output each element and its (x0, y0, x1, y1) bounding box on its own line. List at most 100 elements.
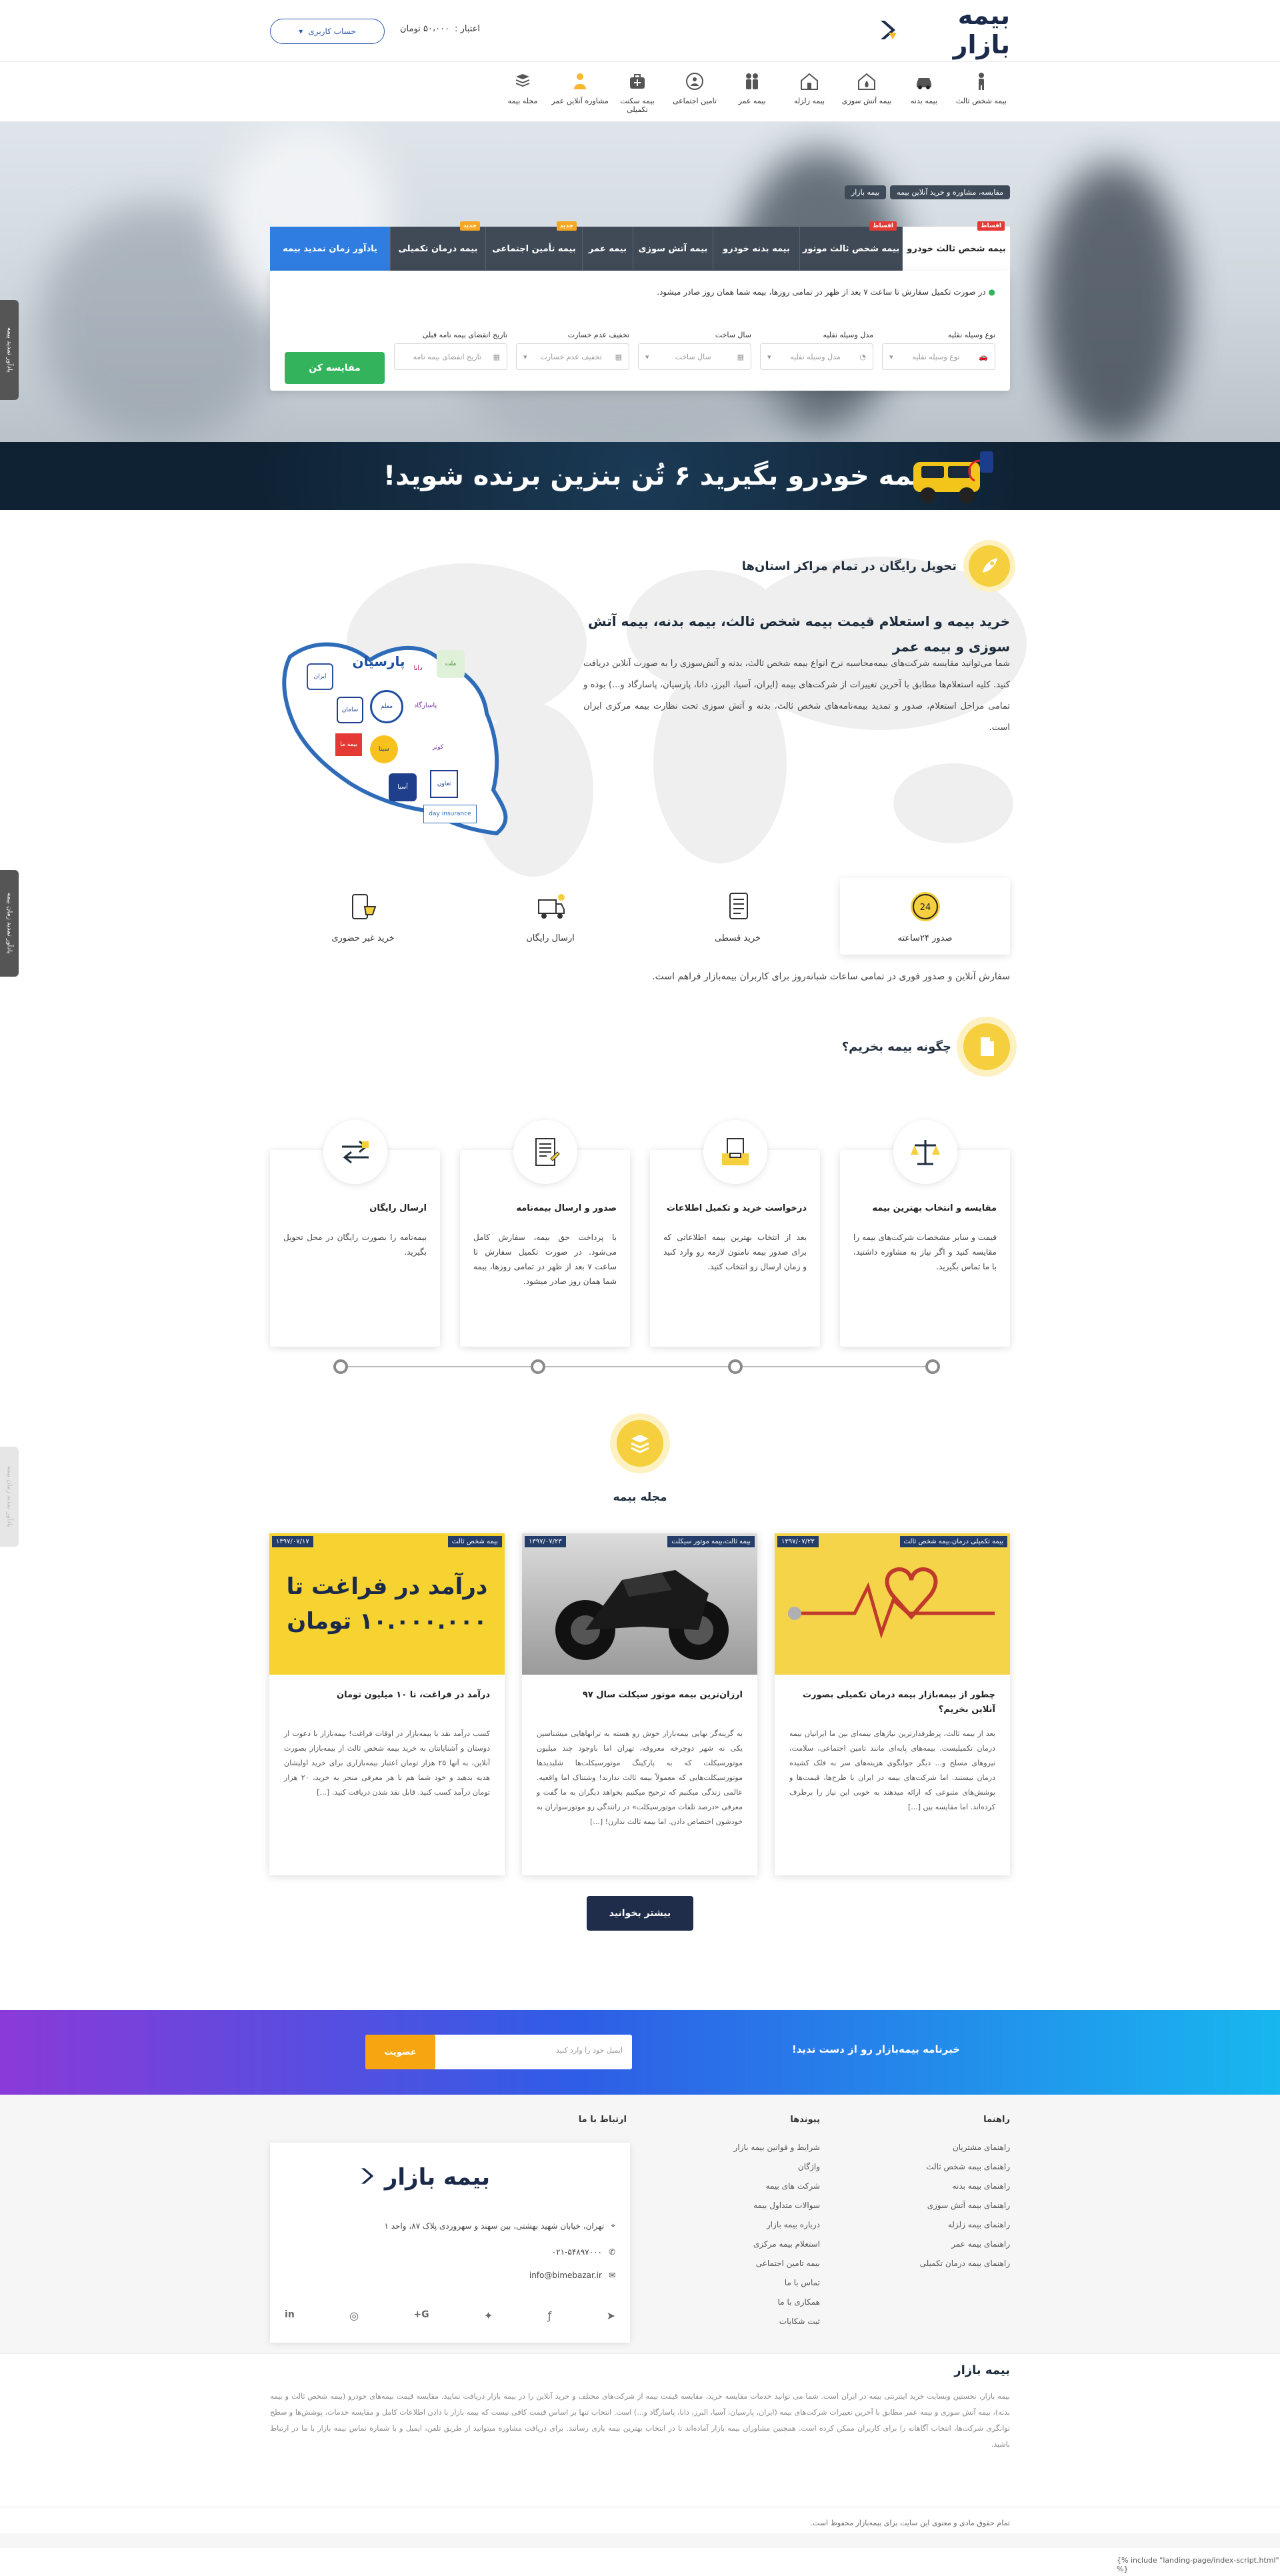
nav-item-life[interactable]: بیمه عمر (723, 71, 781, 105)
breadcrumb-item[interactable]: مقایسه، مشاوره و خرید آنلاین بیمه (890, 185, 1010, 199)
expiry-date-input[interactable]: ▦ تاریخ انقضای بیمه نامه (394, 343, 507, 370)
footer-link[interactable]: استعلام بیمه مرکزی (667, 2235, 820, 2254)
footer-link[interactable]: تماس با ما (667, 2273, 820, 2293)
step-title: ارسال رایگان (369, 1203, 427, 1213)
feature-label: خرید غیر حضوری (331, 933, 395, 943)
footer-link[interactable]: راهنمای بیمه آتش سوزی (857, 2196, 1010, 2215)
tab-supplementary-medical[interactable]: جدید بیمه درمان تکمیلی (390, 221, 485, 271)
insurer-logo: دانا (413, 664, 423, 672)
article-title[interactable]: چطور از بیمه‌بازار بیمه درمان تکمیلی بصو… (789, 1688, 995, 1717)
footer-link[interactable]: همکاری با ما (667, 2293, 820, 2312)
footer-link[interactable]: راهنمای بیمه بدنه (857, 2177, 1010, 2196)
footer-link[interactable]: درباره بیمه بازار (667, 2215, 820, 2235)
vehicle-model-select[interactable]: ◔ مدل وسیله نقلیه ▾ (760, 343, 873, 370)
feature-free-delivery: ارسال رایگان (465, 878, 635, 955)
article-card[interactable]: بیمه تکمیلی درمان،بیمه شخص ثالث ۱۳۹۷/۰۷/… (775, 1533, 1010, 1875)
tab-label: بیمه درمان تکمیلی (398, 243, 478, 254)
tab-social-security[interactable]: جدید بیمه تأمین اجتماعی (485, 221, 582, 271)
field-placeholder: تاریخ انقضای بیمه نامه (413, 352, 481, 361)
field-label: مدل وسیله نقلیه (823, 331, 873, 339)
instagram-icon[interactable]: ◎ (349, 2309, 359, 2322)
nav-item-fire[interactable]: بیمه آتش سوزی (838, 71, 895, 105)
article-tag[interactable]: بیمه تکمیلی درمان،بیمه شخص ثالث (899, 1536, 1007, 1547)
magazine-icon (513, 71, 533, 91)
field-placeholder: تخفیف عدم خسارت (540, 352, 602, 361)
nav-item-magazine[interactable]: مجله بیمه (494, 71, 551, 105)
breadcrumb-item[interactable]: بیمه بازار (844, 185, 887, 199)
step-text: بیمه‌نامه را بصورت رایگان در محل تحویل ب… (283, 1233, 427, 1257)
compare-button[interactable]: مقایسه کن (285, 352, 385, 384)
vehicle-type-select[interactable]: 🚗 نوع وسیله نقلیه ▾ (882, 343, 995, 370)
footer-link[interactable]: راهنمای بیمه درمان تکمیلی (857, 2254, 1010, 2273)
feature-label: ارسال رایگان (526, 933, 575, 943)
field-label: نوع وسیله نقلیه (947, 331, 995, 339)
footer-link[interactable]: راهنمای مشتریان (857, 2138, 1010, 2157)
article-card[interactable]: درآمد در فراغت تا ۱۰.۰۰۰.۰۰۰ تومان بیمه … (269, 1533, 505, 1875)
build-year-select[interactable]: ▦ سال ساخت ▾ (638, 343, 751, 370)
article-tag[interactable]: بیمه ثالث،بیمه موتور سیکلت (667, 1536, 755, 1547)
footer-link[interactable]: راهنمای بیمه عمر (857, 2235, 1010, 2254)
promo-banner[interactable]: بیمه خودرو بگیرید ۶ تُن بنزین برنده شوید… (0, 442, 1280, 510)
google-plus-icon[interactable]: G+ (413, 2309, 429, 2322)
account-button[interactable]: حساب کاربری ▾ (270, 19, 385, 44)
tab-fire[interactable]: بیمه آتش سوزی (633, 227, 713, 271)
read-more-button[interactable]: بیشتر بخوانید (587, 1896, 693, 1931)
facebook-icon[interactable]: ƒ (548, 2309, 552, 2322)
step-text: قیمت و سایر مشخصات شرکت‌های بیمه را مقای… (853, 1233, 997, 1271)
newsletter-email-input[interactable]: ایمیل خود را وارد کنید (556, 2046, 623, 2055)
footer-link[interactable]: شرایط و قوانین بیمه بازار (667, 2138, 820, 2157)
nav-label: مشاوره آنلاین عمر (551, 97, 609, 105)
footer-link[interactable]: شرکت های بیمه (667, 2177, 820, 2196)
nav-item-earthquake[interactable]: بیمه زلزله (781, 71, 838, 105)
nav-label: بیمه شخص ثالث (956, 97, 1007, 105)
promo-text: بیمه خودرو بگیرید ۶ تُن بنزین برنده شوید… (383, 461, 933, 491)
article-tag[interactable]: بیمه شخص ثالث (447, 1536, 502, 1547)
transfer-icon (323, 1120, 387, 1184)
contact-phone[interactable]: ✆ ۰۲۱-۵۴۸۹۷۰۰۰ (552, 2247, 615, 2257)
insurer-logo: day insurance (423, 805, 477, 823)
telegram-icon[interactable]: ➤ (607, 2309, 615, 2322)
discount-select[interactable]: ▦ تخفیف عدم خسارت ▾ (516, 343, 629, 370)
nav-item-third-party[interactable]: بیمه شخص ثالث (953, 71, 1010, 105)
article-title[interactable]: ارزان‌ترین بیمه موتور سیکلت سال ۹۷ (537, 1688, 743, 1703)
nav-item-body[interactable]: بیمه بدنه (895, 71, 953, 105)
nav-item-medical[interactable]: بیمه سکنت تکمیلی (609, 71, 666, 114)
account-label: حساب کاربری (308, 27, 356, 36)
tab-label: بیمه عمر (589, 243, 627, 254)
tab-label: بیمه بدنه خودرو (723, 243, 790, 254)
article-excerpt: کسب درآمد نقد با بیمه‌بازار در اوقات فرا… (284, 1729, 491, 1797)
tab-third-party-motor[interactable]: اقساط بیمه شخص ثالث موتور (799, 221, 902, 271)
phone-icon: ✆ (608, 2247, 615, 2257)
footer-link[interactable]: راهنمای بیمه زلزله (857, 2215, 1010, 2235)
footer-link[interactable]: سوالات متداول بیمه (667, 2196, 820, 2215)
tab-third-party-car[interactable]: اقساط بیمه شخص ثالث خودرو (902, 221, 1010, 271)
footer-link[interactable]: واژگان (667, 2157, 820, 2177)
newsletter-subscribe-button[interactable]: عضویت (365, 2035, 435, 2069)
tab-renewal-reminder[interactable]: یادآور زمان تمدید بیمه (270, 227, 390, 271)
tab-label: بیمه تأمین اجتماعی (492, 243, 576, 254)
article-date: ۱۳۹۷/۰۷/۲۳ (525, 1536, 566, 1547)
linkedin-icon[interactable]: in (285, 2309, 295, 2322)
calendar-icon: ▦ (493, 352, 500, 361)
article-card[interactable]: بیمه ثالث،بیمه موتور سیکلت ۱۳۹۷/۰۷/۲۳ ار… (522, 1533, 757, 1875)
footer-logo[interactable]: بیمه بازار (358, 2164, 490, 2191)
footer-link[interactable]: بیمه تامین اجتماعی (667, 2254, 820, 2273)
footer-link[interactable]: راهنمای بیمه شخص ثالث (857, 2157, 1010, 2177)
clock-24-icon: 24 (908, 889, 943, 924)
side-tab-renewal[interactable]: یادآور تمدید بیمه (0, 300, 19, 400)
article-title[interactable]: درآمد در فراغت، تا ۱۰ میلیون تومان (284, 1688, 490, 1703)
field-label: تاریخ انقضای بیمه نامه قبلی (422, 331, 507, 339)
tab-life[interactable]: بیمه عمر (582, 227, 633, 271)
new-badge: جدید (459, 221, 480, 231)
nav-label: تامین اجتماعی (672, 97, 717, 105)
tab-car-body[interactable]: بیمه بدنه خودرو (713, 227, 799, 271)
phone-text: ۰۲۱-۵۴۸۹۷۰۰۰ (551, 2247, 602, 2257)
nav-item-social[interactable]: تامین اجتماعی (666, 71, 723, 105)
site-logo[interactable]: بیمه بازار (877, 1, 1011, 59)
twitter-icon[interactable]: ✦ (484, 2309, 493, 2322)
how-to-buy-section: چگونه بیمه بخریم؟ مقایسه و انتخاب بهترین… (0, 1023, 1280, 1383)
field-label: سال ساخت (715, 331, 751, 339)
footer-link[interactable]: ثبت شکایات (667, 2312, 820, 2331)
nav-item-consult[interactable]: مشاوره آنلاین عمر (551, 71, 609, 105)
contact-email[interactable]: ✉ info@bimebazar.ir (529, 2271, 615, 2280)
